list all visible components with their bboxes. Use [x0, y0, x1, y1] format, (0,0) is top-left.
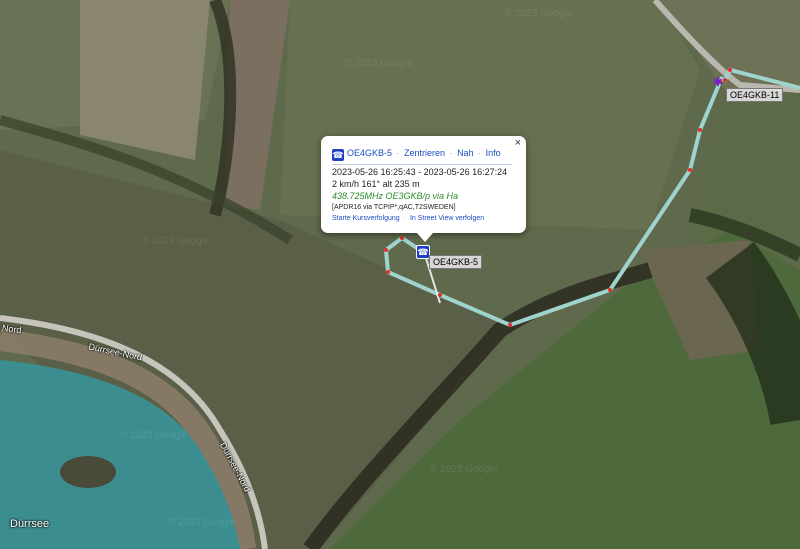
track-point[interactable]	[608, 288, 612, 292]
google-watermark: © 2023 Google	[345, 58, 413, 69]
place-label-duerrsee: Dürrsee	[10, 518, 50, 530]
track-point[interactable]	[508, 323, 512, 327]
track-point[interactable]	[728, 68, 732, 72]
google-watermark: © 2023 Google	[142, 236, 210, 247]
google-watermark: © 2023 Google	[430, 464, 498, 475]
timespan-text: 2023-05-26 16:25:43 - 2023-05-26 16:27:2…	[332, 167, 508, 177]
zoom-link[interactable]: Nah	[457, 148, 474, 158]
google-watermark: © 2023 Google	[505, 8, 573, 19]
close-icon[interactable]: ×	[515, 137, 521, 149]
station-label-oe4gkb-5[interactable]: OE4GKB-5	[429, 255, 483, 269]
track-point[interactable]	[438, 293, 442, 297]
track-point[interactable]	[688, 168, 692, 172]
track-point[interactable]	[723, 78, 727, 82]
street-view-link[interactable]: In Street View verfolgen	[410, 215, 484, 222]
track-point[interactable]	[698, 128, 702, 132]
center-link[interactable]: Zentrieren	[404, 148, 445, 158]
track-point[interactable]	[400, 236, 404, 240]
station-label-oe4gkb-11[interactable]: OE4GKB-11	[726, 88, 784, 102]
lake-island	[60, 456, 116, 488]
google-watermark: © 2023 Google	[120, 430, 188, 441]
car-icon: ☎	[332, 149, 344, 161]
track-point[interactable]	[384, 248, 388, 252]
popup-divider	[332, 164, 512, 165]
satellite-map[interactable]	[0, 0, 800, 549]
motion-text: 2 km/h 161° alt 235 m	[332, 179, 420, 189]
car-icon[interactable]: ☎	[416, 245, 430, 259]
google-watermark: © 2023 Google	[168, 517, 236, 528]
path-text: [APDR16 via TCPIP*,qAC,T2SWEDEN]	[332, 204, 456, 211]
popup-callsign-link[interactable]: OE4GKB-5	[347, 148, 392, 158]
track-point[interactable]	[386, 270, 390, 274]
popup-actions: Starte Kursverfolgung · In Street View v…	[332, 215, 485, 222]
station-info-popup: × ☎ OE4GKB-5 · Zentrieren · Nah · Info 20…	[321, 136, 526, 242]
info-link[interactable]: Info	[486, 148, 501, 158]
track-link[interactable]: Starte Kursverfolgung	[332, 215, 400, 222]
frequency-text: 438.725MHz OE3GKB/p via Ha	[332, 191, 459, 201]
popup-header: ☎ OE4GKB-5 · Zentrieren · Nah · Info	[332, 148, 501, 161]
station-symbol-oe4gkb-11[interactable]: ✱	[713, 75, 723, 89]
field-patch	[80, 0, 210, 160]
